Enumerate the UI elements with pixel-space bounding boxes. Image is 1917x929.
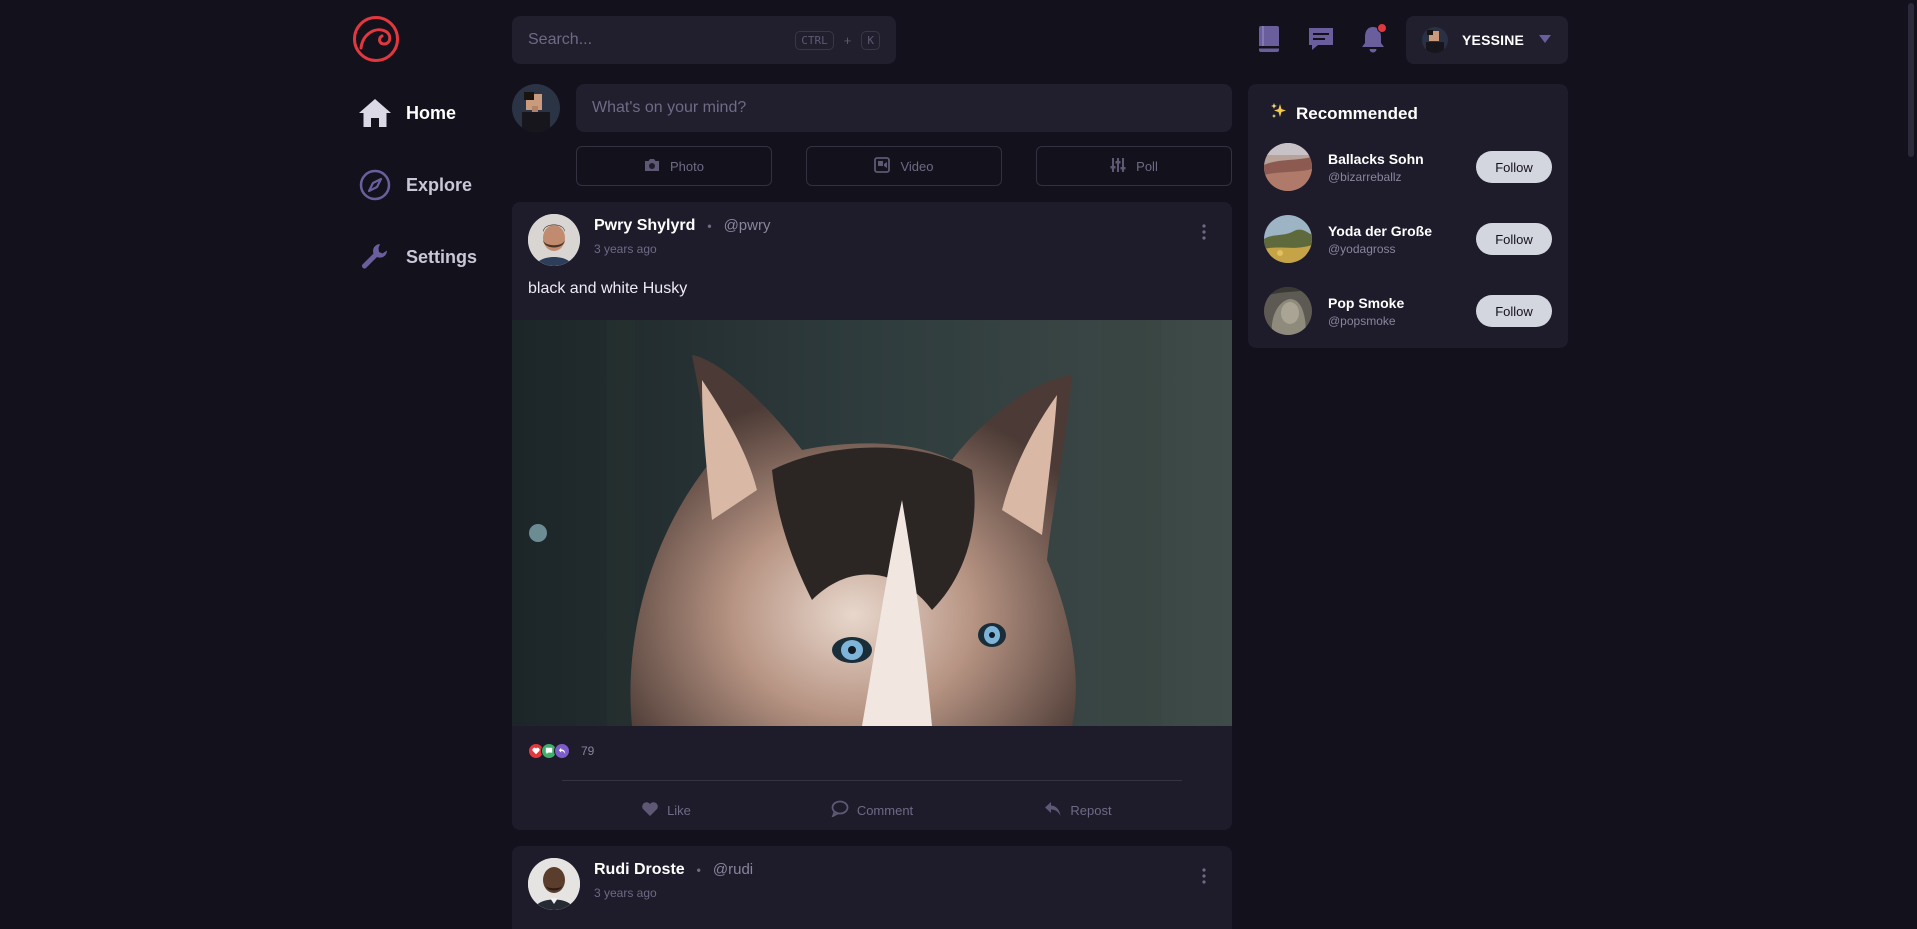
user-avatar — [1422, 27, 1448, 53]
poll-label: Poll — [1136, 158, 1158, 174]
sidebar-item-explore[interactable]: Explore — [358, 165, 508, 205]
recommended-list: Ballacks Sohn @bizarreballz Follow Yoda … — [1264, 143, 1552, 335]
photo-button[interactable]: Photo — [576, 146, 772, 186]
follow-button[interactable]: Follow — [1476, 151, 1552, 183]
post-author-handle[interactable]: @rudi — [713, 861, 753, 878]
avatar[interactable] — [1264, 143, 1312, 191]
user-handle: @bizarreballz — [1328, 169, 1402, 184]
post-timestamp: 3 years ago — [594, 242, 657, 256]
follow-button[interactable]: Follow — [1476, 295, 1552, 327]
shortcut-key-ctrl: CTRL — [795, 30, 834, 50]
search-bar[interactable]: CTRL + K — [512, 16, 896, 64]
compass-icon — [358, 168, 392, 202]
composer-input[interactable] — [576, 84, 1232, 132]
post-text: black and white Husky — [528, 280, 688, 297]
poll-button[interactable]: Poll — [1036, 146, 1232, 186]
sidebar-nav: Home Explore Settings — [358, 93, 508, 309]
repost-icon — [1044, 801, 1062, 820]
composer-avatar — [512, 84, 560, 132]
camera-icon — [644, 158, 660, 175]
sidebar-item-label: Explore — [406, 174, 473, 195]
more-vertical-icon[interactable] — [1198, 866, 1210, 886]
app-logo-icon[interactable] — [352, 15, 400, 63]
recommended-title: Recommended — [1296, 103, 1418, 123]
sliders-icon — [1110, 157, 1126, 176]
avatar[interactable] — [1264, 287, 1312, 335]
user-name: YESSINE — [1462, 32, 1525, 48]
sparkles-icon — [1270, 102, 1288, 125]
list-item: Ballacks Sohn @bizarreballz Follow — [1264, 143, 1552, 191]
caret-down-icon — [1538, 31, 1552, 49]
post-card: Pwry Shylyrd • @pwry 3 years ago black and… — [512, 202, 1232, 830]
user-meta: Yoda der Große @yodagross — [1328, 223, 1432, 256]
user-meta: Ballacks Sohn @bizarreballz — [1328, 151, 1424, 184]
video-icon — [874, 156, 891, 176]
avatar[interactable] — [1264, 215, 1312, 263]
sidebar-item-settings[interactable]: Settings — [358, 237, 508, 277]
reaction-stack — [528, 743, 570, 759]
video-label: Video — [900, 158, 934, 174]
post-header: Rudi Droste • @rudi 3 years ago — [512, 846, 1232, 916]
book-icon[interactable] — [1255, 24, 1283, 54]
sidebar-item-label: Home — [406, 102, 457, 123]
user-name[interactable]: Ballacks Sohn — [1328, 151, 1424, 167]
post-header: Pwry Shylyrd • @pwry 3 years ago — [512, 202, 1232, 272]
user-handle: @popsmoke — [1328, 313, 1396, 328]
like-label: Like — [667, 802, 691, 818]
more-vertical-icon[interactable] — [1198, 222, 1210, 242]
post-author-avatar[interactable] — [528, 858, 580, 910]
shortcut-key-k: K — [861, 30, 880, 50]
video-button[interactable]: Video — [806, 146, 1002, 186]
sidebar-item-label: Settings — [406, 246, 478, 267]
photo-label: Photo — [670, 158, 704, 174]
post-actions: Like Comment Repost — [512, 781, 1232, 830]
bell-icon[interactable] — [1359, 23, 1387, 54]
comment-button[interactable]: Comment — [769, 800, 975, 820]
recommended-header: Recommended — [1270, 102, 1552, 125]
scrollbar-thumb[interactable] — [1908, 3, 1914, 157]
list-item: Yoda der Große @yodagross Follow — [1264, 215, 1552, 263]
post-author-line: Pwry Shylyrd • @pwry — [594, 217, 770, 235]
chat-icon[interactable] — [1307, 24, 1335, 54]
repost-label: Repost — [1070, 802, 1112, 818]
page-scrollbar[interactable] — [1905, 0, 1917, 929]
heart-icon — [641, 801, 659, 820]
post-author-avatar[interactable] — [528, 214, 580, 266]
repost-reaction-icon — [554, 743, 570, 759]
post-author-name[interactable]: Pwry Shylyrd — [594, 217, 695, 234]
search-input[interactable] — [528, 31, 796, 49]
user-name[interactable]: Yoda der Große — [1328, 223, 1432, 239]
notification-badge — [1377, 23, 1387, 33]
separator-dot: • — [707, 219, 712, 233]
post-stats[interactable]: 79 — [512, 726, 1232, 776]
post-timestamp: 3 years ago — [594, 886, 657, 900]
repost-button[interactable]: Repost — [975, 801, 1181, 820]
follow-button[interactable]: Follow — [1476, 223, 1552, 255]
post-author-handle[interactable]: @pwry — [724, 217, 771, 234]
header-icons — [1255, 23, 1387, 54]
user-meta: Pop Smoke @popsmoke — [1328, 295, 1404, 328]
like-button[interactable]: Like — [563, 801, 769, 820]
recommended-panel: Recommended Ballacks Sohn @bizarreballz … — [1248, 84, 1568, 348]
wrench-icon — [358, 240, 392, 274]
post-image[interactable] — [512, 320, 1232, 726]
sidebar-item-home[interactable]: Home — [358, 93, 508, 133]
home-icon — [358, 96, 392, 130]
post-author-line: Rudi Droste • @rudi — [594, 861, 753, 879]
post-author-name[interactable]: Rudi Droste — [594, 861, 685, 878]
separator-dot: • — [696, 863, 701, 877]
comment-label: Comment — [856, 802, 914, 818]
comment-icon — [831, 800, 849, 820]
list-item: Pop Smoke @popsmoke Follow — [1264, 287, 1552, 335]
user-menu[interactable]: YESSINE — [1406, 16, 1568, 64]
user-name[interactable]: Pop Smoke — [1328, 295, 1404, 311]
reaction-count: 79 — [581, 744, 595, 758]
shortcut-plus: + — [843, 32, 852, 48]
user-handle: @yodagross — [1328, 241, 1396, 256]
composer-actions: Photo Video Poll — [576, 146, 1232, 186]
post-card: Rudi Droste • @rudi 3 years ago — [512, 846, 1232, 929]
